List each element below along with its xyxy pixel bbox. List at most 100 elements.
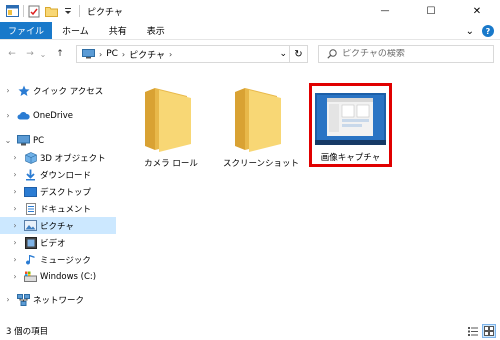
- breadcrumb-separator: ›: [99, 49, 103, 59]
- large-icons-view-button[interactable]: [482, 324, 496, 338]
- help-icon[interactable]: ?: [482, 25, 494, 37]
- expand-chevron-icon[interactable]: ›: [10, 149, 20, 166]
- search-icon: [327, 49, 337, 59]
- expand-chevron-icon[interactable]: ›: [3, 82, 13, 99]
- help-icon-glyph: ?: [485, 26, 491, 36]
- nav-item-3d-objects[interactable]: › 3D オブジェクト: [0, 149, 116, 166]
- nav-item-windows-c[interactable]: › Windows (C:): [0, 268, 116, 285]
- title-bar: ピクチャ — ☐ ✕: [0, 0, 500, 22]
- folder-label: カメラ ロール: [144, 159, 198, 169]
- status-bar: 3 個の項目: [0, 322, 500, 340]
- video-icon: [24, 236, 37, 249]
- nav-item-label: デスクトップ: [40, 187, 92, 198]
- nav-item-label: ダウンロード: [40, 170, 92, 181]
- image-item-capture[interactable]: 画像キャプチャ: [309, 83, 392, 167]
- expand-chevron-icon[interactable]: ›: [10, 268, 20, 285]
- close-icon: ✕: [472, 5, 482, 17]
- nav-item-documents[interactable]: › ドキュメント: [0, 200, 116, 217]
- nav-item-label: ピクチャ: [40, 221, 74, 232]
- breadcrumb-separator: ›: [121, 49, 126, 59]
- nav-item-videos[interactable]: › ビデオ: [0, 234, 116, 251]
- download-icon: [24, 168, 37, 181]
- nav-item-label: ネットワーク: [33, 295, 85, 306]
- chevron-down-icon: ⌄: [39, 49, 47, 59]
- pc-location-icon: [82, 49, 95, 59]
- refresh-icon: ↻: [294, 48, 303, 60]
- maximize-icon: ☐: [426, 5, 436, 17]
- folder-item-screenshots[interactable]: スクリーンショット: [218, 80, 304, 170]
- nav-item-desktop[interactable]: › デスクトップ: [0, 183, 116, 200]
- ribbon-right-controls: ⌄ ?: [466, 22, 494, 40]
- forward-button[interactable]: →: [22, 45, 38, 63]
- document-icon: [24, 202, 37, 215]
- collapse-chevron-icon[interactable]: ⌄: [3, 132, 13, 149]
- close-button[interactable]: ✕: [454, 0, 500, 22]
- expand-chevron-icon[interactable]: ›: [3, 291, 13, 308]
- folder-label: スクリーンショット: [222, 159, 300, 169]
- back-icon: ←: [8, 49, 16, 59]
- nav-item-label: ミュージック: [40, 255, 91, 266]
- nav-item-quick-access[interactable]: › クイック アクセス: [0, 82, 116, 99]
- nav-item-pc[interactable]: ⌄ PC: [0, 132, 116, 149]
- large-icons-view-icon: [484, 326, 494, 336]
- image-thumbnail: [315, 93, 386, 148]
- tab-share[interactable]: 共有: [99, 22, 137, 39]
- nav-item-pictures[interactable]: › ピクチャ: [0, 217, 116, 234]
- network-icon: [17, 293, 30, 306]
- address-bar[interactable]: › PC › ピクチャ › ⌄ ↻: [76, 45, 308, 63]
- expand-ribbon-icon[interactable]: ⌄: [466, 26, 474, 37]
- cube-icon: [24, 151, 37, 164]
- folder-icon: [231, 84, 291, 157]
- expand-chevron-icon[interactable]: ›: [3, 107, 13, 124]
- details-view-button[interactable]: [466, 324, 480, 338]
- nav-item-network[interactable]: › ネットワーク: [0, 291, 116, 308]
- search-box[interactable]: [318, 45, 494, 63]
- recent-locations-button[interactable]: ⌄: [38, 45, 48, 63]
- nav-item-label: Windows (C:): [40, 271, 97, 282]
- breadcrumb-pc[interactable]: PC: [106, 49, 118, 59]
- expand-chevron-icon[interactable]: ›: [10, 166, 20, 183]
- refresh-button[interactable]: ↻: [289, 46, 307, 62]
- nav-item-label: 3D オブジェクト: [40, 153, 106, 164]
- forward-icon: →: [26, 49, 34, 59]
- search-input[interactable]: [342, 49, 482, 59]
- expand-chevron-icon[interactable]: ›: [10, 217, 20, 234]
- nav-item-label: クイック アクセス: [33, 86, 104, 97]
- tab-home[interactable]: ホーム: [52, 22, 99, 39]
- quick-access-toolbar: [5, 4, 78, 18]
- breadcrumb-separator: ›: [169, 49, 173, 59]
- image-label: 画像キャプチャ: [320, 153, 381, 163]
- new-folder-icon[interactable]: [44, 4, 58, 18]
- folder-item-camera-roll[interactable]: カメラ ロール: [128, 80, 214, 170]
- expand-chevron-icon[interactable]: ›: [10, 234, 20, 251]
- tab-file[interactable]: ファイル: [0, 22, 53, 39]
- toolbar-divider: [23, 5, 24, 17]
- back-button[interactable]: ←: [4, 45, 20, 63]
- file-view: カメラ ロール スクリーンショット 画像キャプチャ: [118, 70, 500, 320]
- nav-item-onedrive[interactable]: › OneDrive: [0, 107, 116, 124]
- window-title: ピクチャ: [87, 7, 123, 18]
- drive-icon: [24, 270, 37, 283]
- address-row: ← → ⌄ ↑ › PC › ピクチャ › ⌄ ↻: [0, 41, 500, 67]
- properties-icon[interactable]: [27, 4, 41, 18]
- details-view-icon: [468, 326, 478, 336]
- up-button[interactable]: ↑: [52, 45, 68, 63]
- maximize-button[interactable]: ☐: [408, 0, 454, 22]
- expand-chevron-icon[interactable]: ›: [10, 183, 20, 200]
- ribbon-tabs: ファイル ホーム 共有 表示 ⌄ ?: [0, 22, 500, 40]
- expand-chevron-icon[interactable]: ›: [10, 200, 20, 217]
- breadcrumb-pictures[interactable]: ピクチャ: [129, 48, 165, 61]
- nav-item-music[interactable]: › ミュージック: [0, 251, 116, 268]
- minimize-button[interactable]: —: [362, 0, 408, 22]
- nav-item-downloads[interactable]: › ダウンロード: [0, 166, 116, 183]
- music-icon: [24, 253, 37, 266]
- tab-view[interactable]: 表示: [137, 22, 175, 39]
- cloud-icon: [17, 109, 30, 122]
- pictures-icon: [24, 219, 37, 232]
- customize-toolbar-icon[interactable]: [61, 4, 75, 18]
- chevron-down-icon: ⌄: [279, 49, 287, 59]
- address-history-button[interactable]: ⌄: [279, 46, 287, 62]
- window-app-icon[interactable]: [5, 4, 19, 18]
- expand-chevron-icon[interactable]: ›: [10, 251, 20, 268]
- up-arrow-icon: ↑: [56, 49, 64, 59]
